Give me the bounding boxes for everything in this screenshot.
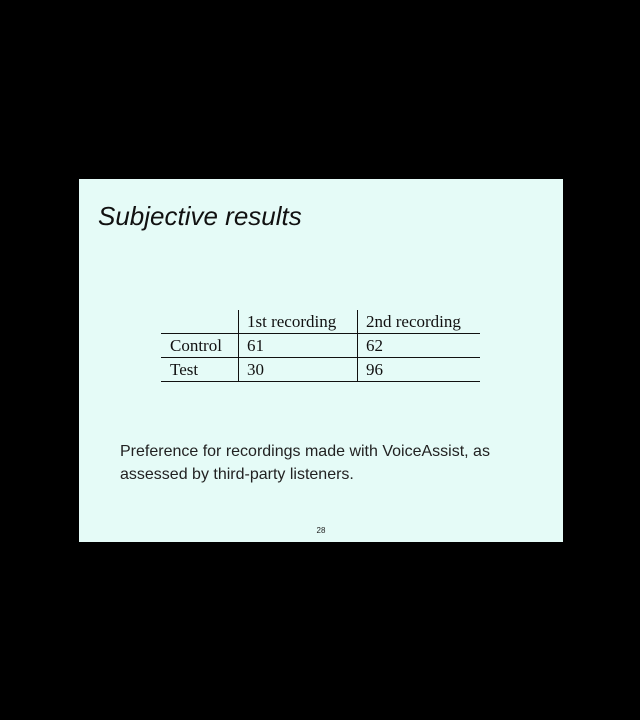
slide-caption: Preference for recordings made with Voic…: [120, 443, 490, 483]
cell-control-1st: 61: [238, 333, 358, 358]
page-number: 28: [316, 526, 326, 535]
table-row: Control 61 62: [161, 333, 480, 358]
results-table: 1st recording 2nd recording Control 61 6…: [161, 310, 480, 382]
presentation-viewer: Subjective results 1st recording 2nd rec…: [0, 0, 640, 720]
row-label-test: Test: [161, 357, 239, 382]
cell-test-2nd: 96: [357, 357, 480, 382]
table-corner-cell: [161, 310, 239, 334]
slide-title: Subjective results: [98, 201, 302, 231]
table-row: Test 30 96: [161, 357, 480, 382]
column-header-1st-recording: 1st recording: [238, 310, 358, 334]
cell-control-2nd: 62: [357, 333, 480, 358]
row-label-control: Control: [161, 333, 239, 358]
table-header-row: 1st recording 2nd recording: [161, 310, 480, 334]
column-header-2nd-recording: 2nd recording: [357, 310, 480, 334]
cell-test-1st: 30: [238, 357, 358, 382]
slide: Subjective results 1st recording 2nd rec…: [79, 179, 563, 542]
